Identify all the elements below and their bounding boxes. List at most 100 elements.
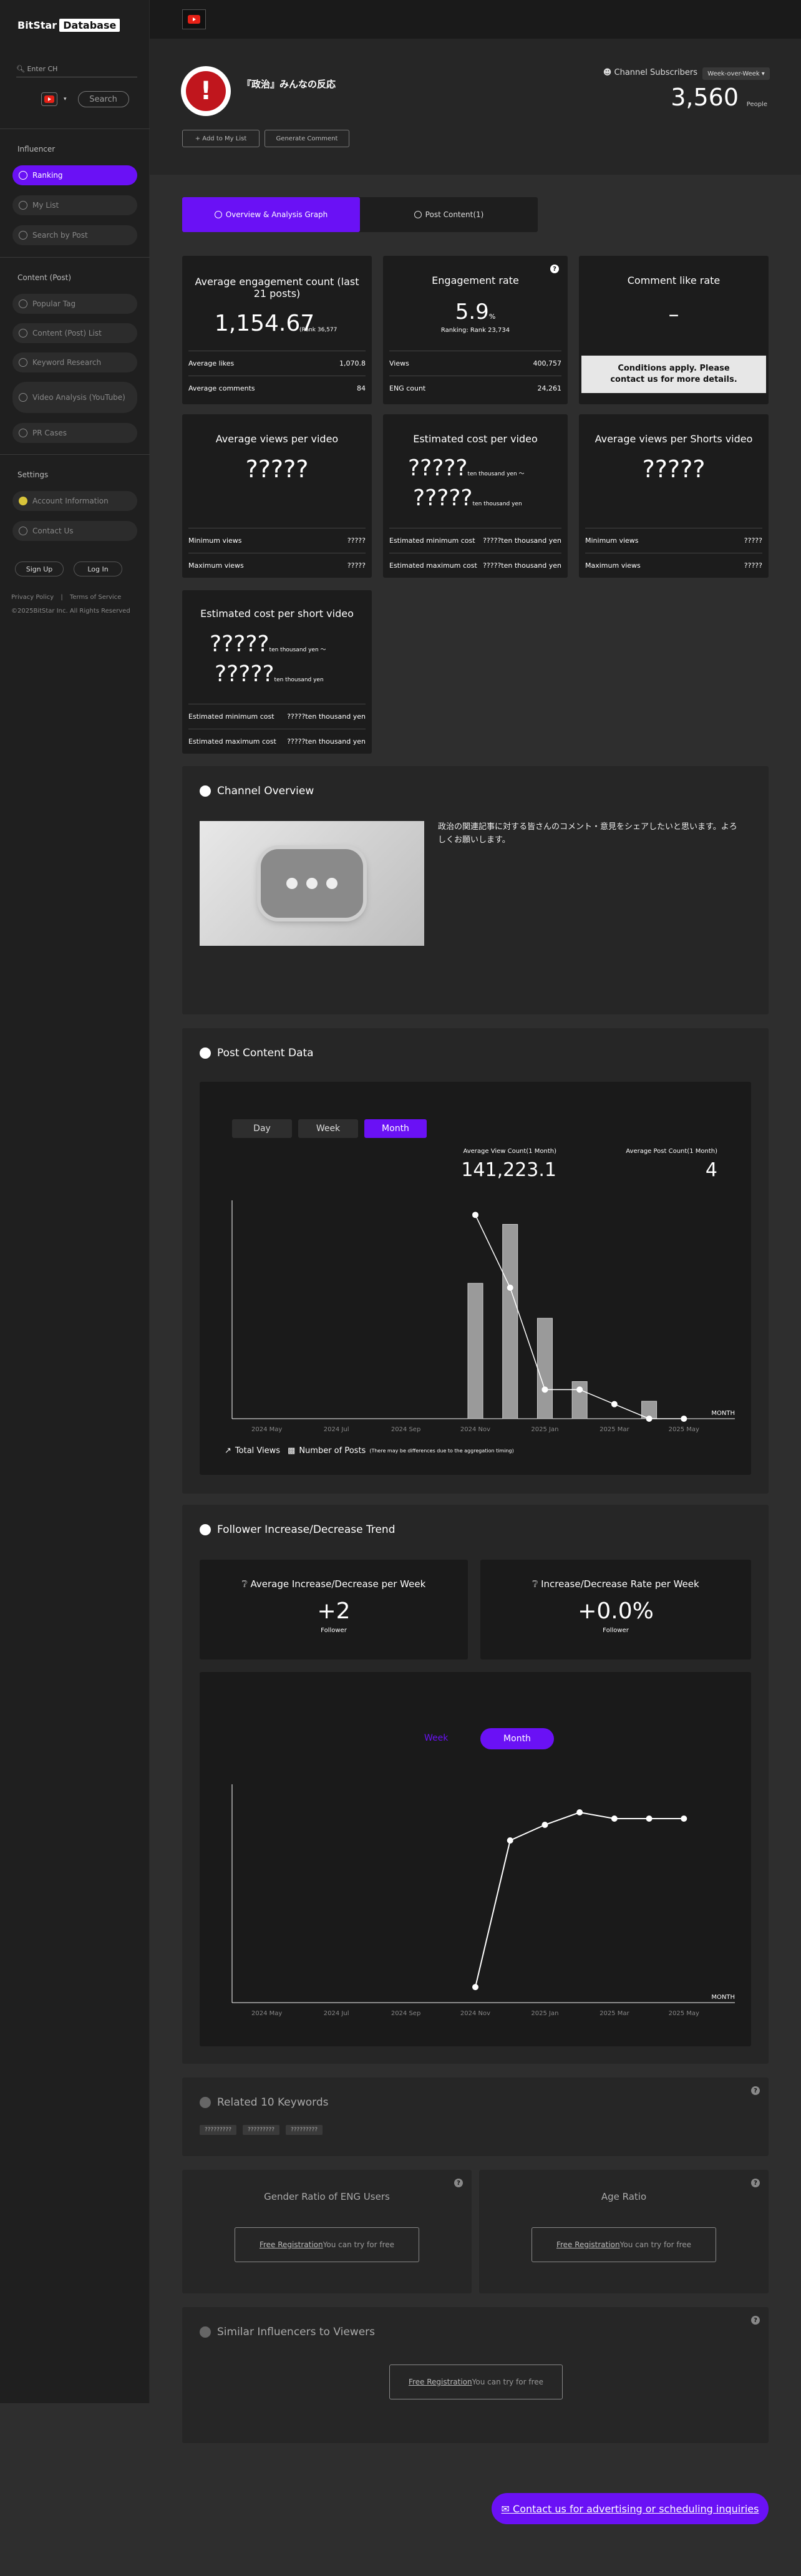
- channel-icon: [200, 785, 211, 797]
- follower-line: [475, 1811, 684, 1988]
- legend-item-views: Total Views: [235, 1446, 281, 1456]
- sidebar-item-account[interactable]: Account Information: [12, 491, 137, 511]
- engagement-rate-rank: Ranking: Rank 23,734: [440, 327, 510, 334]
- period-day-button[interactable]: Day: [232, 1119, 292, 1138]
- help-icon[interactable]: ?: [751, 2086, 760, 2095]
- x-tick-label: 2024 Nov: [460, 1426, 490, 1433]
- help-icon[interactable]: ❔︎: [532, 1578, 538, 1590]
- follower-trend-section: Follower Increase/Decrease Trend ❔︎ Aver…: [182, 1505, 769, 2064]
- page-root: BitStar Database 🔍︎ Enter CH ▾ Search In…: [0, 0, 801, 2576]
- privacy-link[interactable]: Privacy Policy: [11, 594, 54, 601]
- section-heading: Channel Overview: [200, 785, 314, 797]
- help-icon[interactable]: ?: [751, 2316, 760, 2325]
- stat-value: ?????ten thousand yen: [287, 737, 366, 746]
- account-icon: [19, 497, 27, 505]
- sidebar-item-label: Search by Post: [32, 230, 88, 240]
- footer-separator: |: [61, 594, 63, 601]
- keyword-tag[interactable]: ?????????: [286, 2125, 323, 2135]
- add-to-list-button[interactable]: + Add to My List: [182, 130, 260, 147]
- keyword-tag[interactable]: ?????????: [200, 2125, 236, 2135]
- est-short-cost-max: ?????ten thousand yen: [215, 661, 324, 687]
- stat-row: Estimated minimum cost ?????ten thousand …: [389, 528, 561, 553]
- subscribers-label: ☻︎ Channel Subscribers: [603, 68, 697, 77]
- signup-button[interactable]: Sign Up: [15, 561, 64, 576]
- keyword-icon: [200, 2097, 211, 2108]
- sidebar-item-pr-cases[interactable]: PR Cases: [12, 423, 137, 443]
- contact-cta-button[interactable]: ✉︎ Contact us for advertising or schedul…: [492, 2493, 769, 2524]
- stat-value: ?????ten thousand yen: [483, 537, 561, 545]
- main-tabs: Overview & Analysis Graph Post Content(1…: [182, 197, 538, 232]
- info-circle-icon: [414, 211, 422, 218]
- comment-like-value: –: [668, 302, 679, 327]
- tab-post-content[interactable]: Post Content(1): [360, 197, 538, 232]
- sidebar-item-label: Video Analysis (YouTube): [32, 392, 125, 402]
- gender-ratio-section: ? Gender Ratio of ENG Users Free Registr…: [182, 2170, 472, 2293]
- terms-link[interactable]: Terms of Service: [70, 594, 121, 601]
- help-icon[interactable]: ?: [550, 265, 559, 273]
- youtube-platform-select[interactable]: [41, 92, 57, 106]
- cost-value: ?????: [408, 455, 468, 481]
- subscribers-unit: People: [746, 101, 767, 108]
- search-post-icon: [19, 231, 27, 240]
- free-registration-button[interactable]: Free Registration You can try for free: [389, 2365, 563, 2399]
- sidebar-item-keyword-research[interactable]: Keyword Research: [12, 352, 137, 372]
- keyword-icon: [19, 358, 27, 367]
- increase-rate-card: ❔︎ Increase/Decrease Rate per Week +0.0%…: [480, 1560, 751, 1660]
- stat-value: ?????ten thousand yen: [483, 561, 561, 570]
- login-button[interactable]: Log In: [74, 561, 122, 576]
- avg-view-value: 141,223.1: [461, 1159, 556, 1181]
- sidebar-item-label: Ranking: [32, 170, 63, 180]
- chevron-down-icon[interactable]: ▾: [64, 96, 67, 102]
- channel-search-input[interactable]: 🔍︎ Enter CH: [16, 65, 137, 77]
- pr-icon: [19, 429, 27, 437]
- card-title: Average engagement count (last 21 posts): [195, 276, 359, 299]
- follower-point: [681, 1815, 687, 1822]
- card-engagement-rate: ? Engagement rate 5.9% Ranking: Rank 23,…: [383, 256, 568, 404]
- sidebar-item-search-by-post[interactable]: Search by Post: [12, 225, 137, 245]
- period-select[interactable]: Week-over-Week ▾: [702, 67, 770, 80]
- channel-name: 『政治』みんなの反応: [242, 79, 336, 90]
- section-title: Post Content Data: [217, 1047, 314, 1059]
- section-heading: Follower Increase/Decrease Trend: [200, 1524, 395, 1536]
- contact-cta-label: Contact us for advertising or scheduling…: [513, 2502, 759, 2515]
- free-registration-button[interactable]: Free Registration You can try for free: [235, 2227, 419, 2262]
- avg-increase-label-text: Average Increase/Decrease per Week: [250, 1578, 426, 1590]
- free-registration-button[interactable]: Free Registration You can try for free: [532, 2227, 716, 2262]
- search-button[interactable]: Search: [77, 91, 129, 107]
- cost-value: ?????: [215, 661, 274, 687]
- period-week-button[interactable]: Week: [424, 1733, 448, 1743]
- help-icon[interactable]: ?: [454, 2179, 463, 2187]
- tag-icon: [19, 299, 27, 308]
- period-month-button[interactable]: Month: [364, 1119, 427, 1138]
- follower-point: [507, 1837, 513, 1844]
- logo[interactable]: BitStar Database: [17, 19, 120, 32]
- tab-overview[interactable]: Overview & Analysis Graph: [182, 197, 360, 232]
- sidebar-item-popular-tag[interactable]: Popular Tag: [12, 294, 137, 314]
- period-week-button[interactable]: Week: [298, 1119, 358, 1138]
- stat-label: Minimum views: [188, 537, 242, 545]
- conditions-notice: Conditions apply. Please contact us for …: [581, 356, 766, 393]
- rate-unit: %: [488, 313, 496, 321]
- tab-label: Overview & Analysis Graph: [225, 210, 328, 219]
- stat-row: Minimum views?????: [188, 528, 366, 553]
- sidebar-item-video-analysis[interactable]: Video Analysis (YouTube): [12, 382, 137, 413]
- stat-row: Estimated maximum cost ?????ten thousand …: [389, 553, 561, 578]
- stat-label: Minimum views: [585, 537, 639, 545]
- cost-value: ?????: [210, 631, 269, 657]
- free-registration-link[interactable]: Free Registration: [409, 2378, 472, 2386]
- generate-comment-button[interactable]: Generate Comment: [265, 130, 349, 147]
- keyword-tag[interactable]: ?????????: [243, 2125, 279, 2135]
- sidebar-item-ranking[interactable]: Ranking: [12, 165, 137, 185]
- free-registration-link[interactable]: Free Registration: [556, 2240, 620, 2249]
- sidebar-item-content-list[interactable]: Content (Post) List: [12, 323, 137, 343]
- x-tick-label: 2024 Sep: [391, 1426, 420, 1433]
- sidebar-item-contact[interactable]: Contact Us: [12, 521, 137, 541]
- period-month-button[interactable]: Month: [480, 1728, 554, 1749]
- help-icon[interactable]: ❔︎: [242, 1578, 248, 1590]
- sidebar-item-mylist[interactable]: My List: [12, 195, 137, 215]
- legend-note: (There may be differences due to the agg…: [369, 1448, 514, 1454]
- youtube-platform-button[interactable]: [182, 9, 206, 29]
- free-registration-link[interactable]: Free Registration: [260, 2240, 323, 2249]
- help-icon[interactable]: ?: [751, 2179, 760, 2187]
- mail-icon: [19, 527, 27, 535]
